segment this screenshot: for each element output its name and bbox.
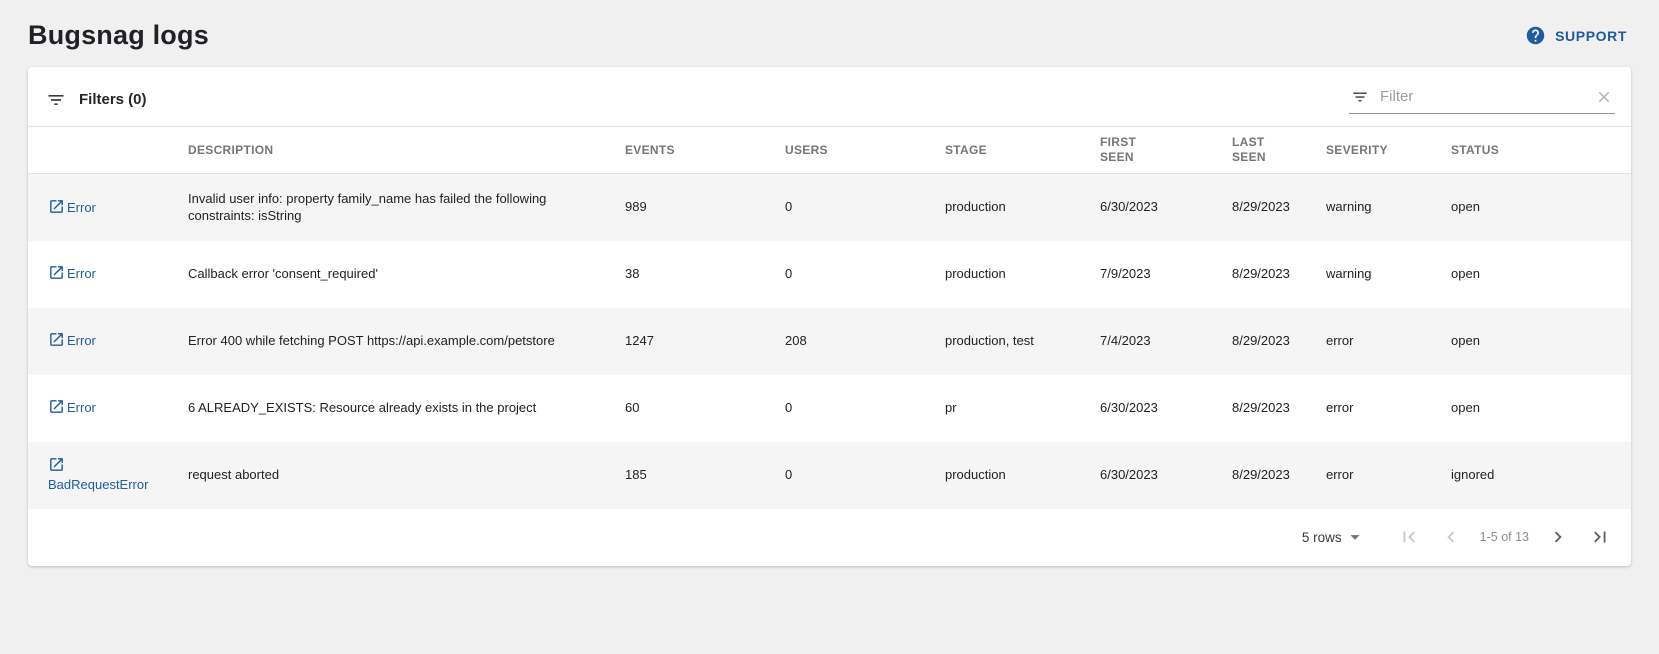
next-page-button[interactable] [1543, 522, 1573, 552]
column-header-first-seen: FIRST SEEN [1100, 127, 1232, 174]
pagination: 5 rows 1-5 of 13 [28, 509, 1631, 566]
close-icon [1595, 88, 1613, 106]
stage-cell: production [945, 442, 1100, 509]
error-detail-link[interactable]: Error [48, 333, 96, 348]
column-header-events: EVENTS [625, 127, 785, 174]
severity-cell: warning [1326, 174, 1451, 241]
description-cell: request aborted [188, 442, 625, 509]
help-icon [1525, 25, 1546, 46]
status-cell: open [1451, 174, 1631, 241]
last-page-icon [1589, 526, 1611, 548]
chevron-down-icon [1344, 526, 1366, 548]
severity-cell: warning [1326, 241, 1451, 308]
logs-card: Filters (0) DESCRIPTION EVENTS [28, 67, 1631, 566]
error-detail-link[interactable]: Error [48, 200, 96, 215]
filter-input[interactable] [1378, 87, 1586, 106]
last-seen-cell: 8/29/2023 [1232, 308, 1326, 375]
stage-cell: production, test [945, 308, 1100, 375]
first-seen-cell: 6/30/2023 [1100, 442, 1232, 509]
page-header: Bugsnag logs SUPPORT [0, 0, 1659, 67]
status-cell: open [1451, 241, 1631, 308]
first-seen-cell: 7/9/2023 [1100, 241, 1232, 308]
severity-cell: error [1326, 442, 1451, 509]
chevron-right-icon [1547, 526, 1569, 548]
previous-page-button[interactable] [1436, 522, 1466, 552]
column-header-link [28, 127, 188, 174]
error-link-label: Error [67, 266, 96, 281]
filters-toggle[interactable]: Filters (0) [46, 90, 147, 110]
last-page-button[interactable] [1585, 522, 1615, 552]
filter-field [1349, 85, 1615, 114]
chevron-left-icon [1440, 526, 1462, 548]
support-link[interactable]: SUPPORT [1525, 25, 1627, 46]
status-cell: ignored [1451, 442, 1631, 509]
error-detail-link[interactable]: Error [48, 400, 96, 415]
table-row: Error Error 400 while fetching POST http… [28, 308, 1631, 375]
users-cell: 0 [785, 375, 945, 442]
filter-icon [1351, 88, 1369, 106]
first-seen-cell: 6/30/2023 [1100, 375, 1232, 442]
description-cell: 6 ALREADY_EXISTS: Resource already exist… [188, 375, 625, 442]
clear-filter-button[interactable] [1595, 88, 1613, 106]
error-detail-link[interactable]: Error [48, 266, 96, 281]
column-header-stage: STAGE [945, 127, 1100, 174]
filter-list-icon [46, 90, 66, 110]
events-cell: 1247 [625, 308, 785, 375]
page-range-label: 1-5 of 13 [1480, 530, 1529, 544]
users-cell: 0 [785, 241, 945, 308]
rows-per-page-label: 5 rows [1302, 530, 1342, 545]
open-in-new-icon [48, 458, 67, 473]
table-header: DESCRIPTION EVENTS USERS STAGE FIRST SEE… [28, 127, 1631, 174]
table-row: Error Invalid user info: property family… [28, 174, 1631, 241]
logs-table: DESCRIPTION EVENTS USERS STAGE FIRST SEE… [28, 126, 1631, 509]
first-page-icon [1398, 526, 1420, 548]
column-header-users: USERS [785, 127, 945, 174]
column-header-status: STATUS [1451, 127, 1631, 174]
column-header-last-seen: LAST SEEN [1232, 127, 1326, 174]
table-toolbar: Filters (0) [28, 67, 1631, 126]
error-link-label: BadRequestError [48, 477, 148, 492]
stage-cell: production [945, 174, 1100, 241]
last-seen-cell: 8/29/2023 [1232, 442, 1326, 509]
error-link-label: Error [67, 333, 96, 348]
last-seen-cell: 8/29/2023 [1232, 241, 1326, 308]
error-link-label: Error [67, 200, 96, 215]
description-cell: Callback error 'consent_required' [188, 241, 625, 308]
status-cell: open [1451, 375, 1631, 442]
stage-cell: pr [945, 375, 1100, 442]
description-cell: Error 400 while fetching POST https://ap… [188, 308, 625, 375]
users-cell: 208 [785, 308, 945, 375]
description-cell: Invalid user info: property family_name … [188, 174, 625, 241]
open-in-new-icon [48, 400, 67, 415]
error-detail-link[interactable]: BadRequestError [48, 458, 148, 491]
users-cell: 0 [785, 174, 945, 241]
first-page-button[interactable] [1394, 522, 1424, 552]
severity-cell: error [1326, 375, 1451, 442]
status-cell: open [1451, 308, 1631, 375]
page-title: Bugsnag logs [28, 20, 209, 51]
filters-label: Filters (0) [79, 91, 147, 108]
open-in-new-icon [48, 266, 67, 281]
last-seen-cell: 8/29/2023 [1232, 375, 1326, 442]
events-cell: 60 [625, 375, 785, 442]
table-row: Error Callback error 'consent_required' … [28, 241, 1631, 308]
table-row: BadRequestError request aborted 185 0 pr… [28, 442, 1631, 509]
table-row: Error 6 ALREADY_EXISTS: Resource already… [28, 375, 1631, 442]
column-header-description: DESCRIPTION [188, 127, 625, 174]
open-in-new-icon [48, 333, 67, 348]
events-cell: 185 [625, 442, 785, 509]
users-cell: 0 [785, 442, 945, 509]
column-header-severity: SEVERITY [1326, 127, 1451, 174]
events-cell: 989 [625, 174, 785, 241]
error-link-label: Error [67, 400, 96, 415]
severity-cell: error [1326, 308, 1451, 375]
support-label: SUPPORT [1555, 28, 1627, 44]
first-seen-cell: 6/30/2023 [1100, 174, 1232, 241]
first-seen-cell: 7/4/2023 [1100, 308, 1232, 375]
rows-per-page-select[interactable]: 5 rows [1302, 526, 1366, 548]
stage-cell: production [945, 241, 1100, 308]
events-cell: 38 [625, 241, 785, 308]
open-in-new-icon [48, 200, 67, 215]
last-seen-cell: 8/29/2023 [1232, 174, 1326, 241]
